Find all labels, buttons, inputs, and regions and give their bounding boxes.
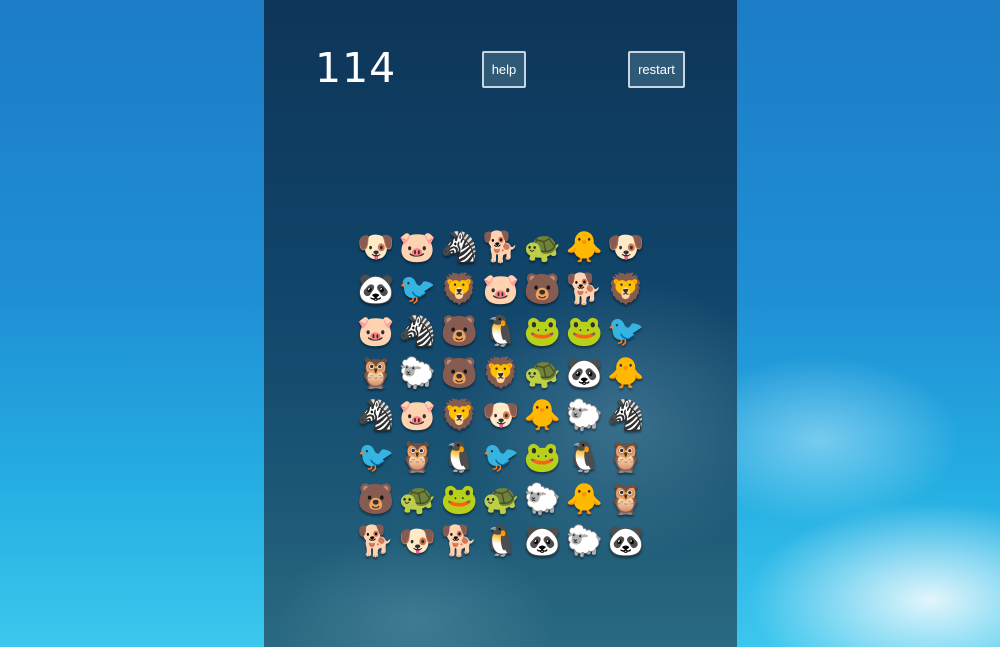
tile-dog-brown-icon[interactable]: 🐶 <box>605 227 647 269</box>
tile-penguin-icon[interactable]: 🐧 <box>563 437 605 479</box>
tile-chick-icon[interactable]: 🐥 <box>563 227 605 269</box>
tile-lion-icon[interactable]: 🦁 <box>480 353 522 395</box>
tile-chick-icon[interactable]: 🐥 <box>522 395 564 437</box>
tile-dog-brown-icon[interactable]: 🐶 <box>397 521 439 563</box>
tile-zebra-icon[interactable]: 🦓 <box>438 227 480 269</box>
tile-bear-icon[interactable]: 🐻 <box>438 311 480 353</box>
tile-zebra-icon[interactable]: 🦓 <box>397 311 439 353</box>
tile-bird-icon[interactable]: 🐦 <box>480 437 522 479</box>
tile-bird-icon[interactable]: 🐦 <box>397 269 439 311</box>
tile-panda-icon[interactable]: 🐼 <box>522 521 564 563</box>
tile-bear-icon[interactable]: 🐻 <box>355 479 397 521</box>
tile-bird-icon[interactable]: 🐦 <box>355 437 397 479</box>
tile-turtle-icon[interactable]: 🐢 <box>522 353 564 395</box>
restart-button[interactable]: restart <box>628 51 685 88</box>
help-button[interactable]: help <box>482 51 526 88</box>
score-display: 114 <box>315 44 397 92</box>
tile-pig-icon[interactable]: 🐷 <box>397 395 439 437</box>
board-row: 🐻 🐢 🐸 🐢 🐑 🐥 🦉 <box>355 479 647 521</box>
board-row: 🐷 🦓 🐻 🐧 🐸 🐸 🐦 <box>355 311 647 353</box>
tile-turtle-icon[interactable]: 🐢 <box>397 479 439 521</box>
tile-lion-icon[interactable]: 🦁 <box>605 269 647 311</box>
tile-owl-icon[interactable]: 🦉 <box>605 437 647 479</box>
tile-zebra-icon[interactable]: 🦓 <box>355 395 397 437</box>
tile-penguin-icon[interactable]: 🐧 <box>438 437 480 479</box>
tile-panda-icon[interactable]: 🐼 <box>355 269 397 311</box>
tile-puppy-icon[interactable]: 🐕 <box>438 521 480 563</box>
tile-owl-icon[interactable]: 🦉 <box>397 437 439 479</box>
tile-pig-icon[interactable]: 🐷 <box>397 227 439 269</box>
tile-panda-icon[interactable]: 🐼 <box>605 521 647 563</box>
tile-frog-icon[interactable]: 🐸 <box>563 311 605 353</box>
board-row: 🐦 🦉 🐧 🐦 🐸 🐧 🦉 <box>355 437 647 479</box>
tile-sheep-icon[interactable]: 🐑 <box>397 353 439 395</box>
tile-bear-icon[interactable]: 🐻 <box>438 353 480 395</box>
tile-bird-icon[interactable]: 🐦 <box>605 311 647 353</box>
tile-owl-icon[interactable]: 🦉 <box>355 353 397 395</box>
board-row: 🐕 🐶 🐕 🐧 🐼 🐑 🐼 <box>355 521 647 563</box>
tile-turtle-icon[interactable]: 🐢 <box>480 479 522 521</box>
tile-dog-brown-icon[interactable]: 🐶 <box>480 395 522 437</box>
tile-puppy-icon[interactable]: 🐕 <box>563 269 605 311</box>
tile-bear-icon[interactable]: 🐻 <box>522 269 564 311</box>
board-row: 🦓 🐷 🦁 🐶 🐥 🐑 🦓 <box>355 395 647 437</box>
tile-chick-icon[interactable]: 🐥 <box>605 353 647 395</box>
board-row: 🐼 🐦 🦁 🐷 🐻 🐕 🦁 <box>355 269 647 311</box>
tile-owl-icon[interactable]: 🦉 <box>605 479 647 521</box>
tile-frog-icon[interactable]: 🐸 <box>522 311 564 353</box>
tile-penguin-icon[interactable]: 🐧 <box>480 311 522 353</box>
game-panel: 114 help restart 🐶 🐷 🦓 🐕 🐢 🐥 🐶 🐼 🐦 🦁 🐷 🐻 🐕 🦁 🐷 🦓 🐻 🐧 🐸 🐸 🐦 🦉 🐑… <box>264 0 737 647</box>
tile-sheep-icon[interactable]: 🐑 <box>522 479 564 521</box>
tile-puppy-icon[interactable]: 🐕 <box>480 227 522 269</box>
tile-lion-icon[interactable]: 🦁 <box>438 269 480 311</box>
tile-penguin-icon[interactable]: 🐧 <box>480 521 522 563</box>
tile-pig-icon[interactable]: 🐷 <box>355 311 397 353</box>
tile-pig-icon[interactable]: 🐷 <box>480 269 522 311</box>
tile-chick-icon[interactable]: 🐥 <box>563 479 605 521</box>
tile-sheep-icon[interactable]: 🐑 <box>563 521 605 563</box>
tile-frog-icon[interactable]: 🐸 <box>522 437 564 479</box>
tile-dog-brown-icon[interactable]: 🐶 <box>355 227 397 269</box>
tile-frog-icon[interactable]: 🐸 <box>438 479 480 521</box>
tile-lion-icon[interactable]: 🦁 <box>438 395 480 437</box>
game-board: 🐶 🐷 🦓 🐕 🐢 🐥 🐶 🐼 🐦 🦁 🐷 🐻 🐕 🦁 🐷 🦓 🐻 🐧 🐸 🐸 🐦 🦉 🐑 🐻 🦁 🐢 🐼 🐥 🦓 🐷 🦁 🐶 🐥 🐑 🦓 🐦 🦉 🐧 🐦 🐸… <box>355 227 647 563</box>
tile-turtle-icon[interactable]: 🐢 <box>522 227 564 269</box>
tile-zebra-icon[interactable]: 🦓 <box>605 395 647 437</box>
tile-sheep-icon[interactable]: 🐑 <box>563 395 605 437</box>
tile-panda-icon[interactable]: 🐼 <box>563 353 605 395</box>
board-row: 🐶 🐷 🦓 🐕 🐢 🐥 🐶 <box>355 227 647 269</box>
board-row: 🦉 🐑 🐻 🦁 🐢 🐼 🐥 <box>355 353 647 395</box>
tile-puppy-icon[interactable]: 🐕 <box>355 521 397 563</box>
